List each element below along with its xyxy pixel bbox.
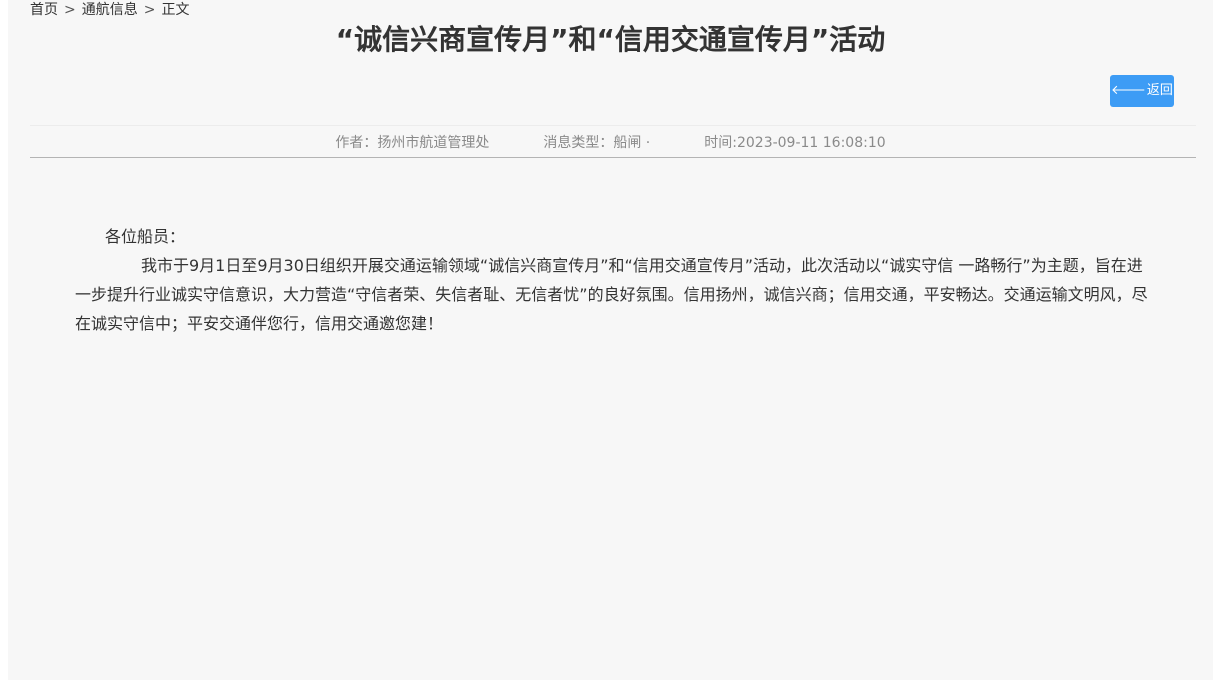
article-body: 我市于9月1日至9月30日组织开展交通运输领域“诚信兴商宣传月”和“信用交通宣传… bbox=[75, 256, 1148, 333]
back-button-label: 返回 bbox=[1146, 83, 1173, 98]
article-content: 各位船员： 我市于9月1日至9月30日组织开展交通运输领域“诚信兴商宣传月”和“… bbox=[75, 222, 1155, 338]
article-greeting: 各位船员： bbox=[105, 227, 186, 246]
article-meta: 作者：扬州市航道管理处 消息类型：船闸 · 时间:2023-09-11 16:08:… bbox=[8, 132, 1213, 154]
author-text: 作者：扬州市航道管理处 bbox=[335, 135, 490, 151]
divider bbox=[30, 125, 1196, 126]
breadcrumb: 首页 > 通航信息 > 正文 bbox=[30, 1, 189, 19]
meta-divider bbox=[30, 157, 1196, 158]
page-title: “诚信兴商宣传月”和“信用交通宣传月”活动 bbox=[335, 23, 886, 56]
breadcrumb-separator: > bbox=[143, 2, 156, 18]
article-page: 首页 > 通航信息 > 正文 “诚信兴商宣传月”和“信用交通宣传月”活动 🡐返回 作者：… bbox=[8, 0, 1213, 680]
arrow-left-icon: 🡐 bbox=[1111, 83, 1146, 98]
breadcrumb-separator: > bbox=[64, 2, 76, 18]
back-button[interactable]: 🡐返回 bbox=[1110, 75, 1174, 107]
publish-time-text: 时间:2023-09-11 16:08:10 bbox=[704, 135, 886, 151]
message-type-text: 消息类型：船闸 · bbox=[543, 135, 651, 151]
breadcrumb-section-link[interactable]: 通航信息 bbox=[82, 2, 138, 18]
breadcrumb-current: 正文 bbox=[161, 2, 190, 18]
breadcrumb-home-link[interactable]: 首页 bbox=[30, 2, 58, 18]
